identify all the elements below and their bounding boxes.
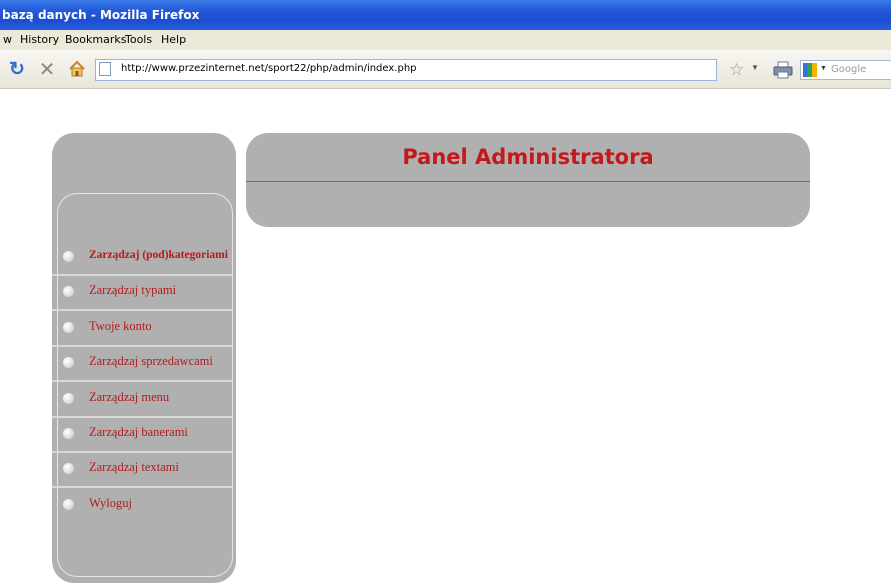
printer-icon[interactable] (773, 61, 793, 79)
menu-view[interactable]: w (3, 33, 12, 46)
nav-item-your-account[interactable]: Twoje konto (52, 310, 232, 347)
bullet-icon (63, 357, 74, 368)
menu-bookmarks[interactable]: Bookmarks (65, 33, 126, 46)
address-bar[interactable]: http://www.przezinternet.net/sport22/php… (95, 59, 717, 81)
bullet-icon (63, 393, 74, 404)
reload-icon[interactable]: ↻ (6, 58, 28, 80)
nav-item-logout[interactable]: Wyloguj (52, 487, 232, 522)
chevron-down-icon[interactable]: ▼ (820, 65, 827, 72)
bookmark-star-icon[interactable]: ☆ (729, 60, 744, 80)
nav-item-manage-menu[interactable]: Zarządzaj menu (52, 381, 232, 418)
nav-item-label: Zarządzaj menu (89, 390, 170, 404)
window-title: bazą danych - Mozilla Firefox (2, 8, 200, 22)
address-url: http://www.przezinternet.net/sport22/php… (121, 63, 417, 74)
nav-item-label: Wyloguj (89, 496, 132, 510)
nav-item-manage-sellers[interactable]: Zarządzaj sprzedawcami (52, 345, 232, 382)
home-icon[interactable] (66, 58, 88, 80)
nav-item-label: Zarządzaj sprzedawcami (89, 354, 213, 368)
search-box[interactable]: ▼ Google (800, 60, 891, 80)
menu-tools[interactable]: Tools (125, 33, 152, 46)
header-divider (246, 181, 810, 182)
google-icon[interactable] (803, 63, 817, 77)
nav-item-manage-types[interactable]: Zarządzaj typami (52, 274, 232, 311)
page-icon (99, 62, 111, 76)
nav-item-manage-texts[interactable]: Zarządzaj textami (52, 451, 232, 488)
bullet-icon (63, 463, 74, 474)
bullet-icon (63, 428, 74, 439)
browser-menubar: w History Bookmarks Tools Help (0, 30, 891, 50)
navigation-toolbar: ↻ ✕ http://www.przezinternet.net/sport22… (0, 50, 891, 89)
menu-help[interactable]: Help (161, 33, 186, 46)
menu-history[interactable]: History (20, 33, 59, 46)
nav-item-label: Zarządzaj (pod)kategoriami (89, 249, 228, 261)
bullet-icon (63, 286, 74, 297)
nav-item-label: Zarządzaj banerami (89, 425, 188, 439)
nav-item-manage-categories[interactable]: Zarządzaj (pod)kategoriami (52, 239, 232, 276)
stop-icon[interactable]: ✕ (36, 58, 58, 81)
nav-item-label: Twoje konto (89, 319, 152, 333)
bullet-icon (63, 251, 74, 262)
nav-item-label: Zarządzaj textami (89, 460, 179, 474)
bullet-icon (63, 322, 74, 333)
page-title: Panel Administratora (402, 145, 654, 169)
window-titlebar: bazą danych - Mozilla Firefox (0, 0, 891, 30)
admin-sidebar: Zarządzaj (pod)kategoriami Zarządzaj typ… (52, 133, 236, 583)
search-placeholder: Google (831, 64, 867, 75)
bullet-icon (63, 499, 74, 510)
nav-item-manage-banners[interactable]: Zarządzaj banerami (52, 416, 232, 453)
chevron-down-icon[interactable]: ▼ (751, 63, 759, 72)
nav-item-label: Zarządzaj typami (89, 283, 177, 297)
header-panel: Panel Administratora (246, 133, 810, 227)
